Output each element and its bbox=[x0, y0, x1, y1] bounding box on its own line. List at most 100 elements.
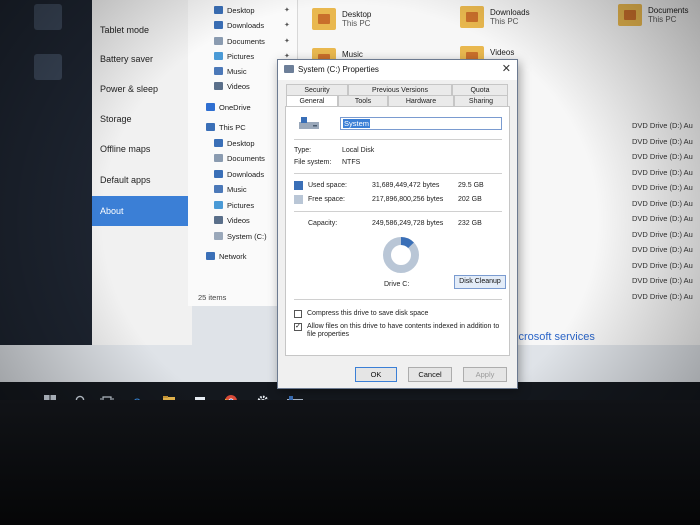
settings-nav-item[interactable]: Offline maps bbox=[92, 135, 192, 163]
apply-button[interactable]: Apply bbox=[463, 367, 507, 382]
explorer-tree-item[interactable]: Documents bbox=[214, 35, 265, 49]
ok-button[interactable]: OK bbox=[355, 367, 397, 382]
folder-title: Music bbox=[342, 50, 363, 59]
free-space-gb: 202 GB bbox=[458, 196, 482, 203]
pin-icon[interactable]: ✦ bbox=[284, 37, 290, 45]
explorer-tree-item[interactable]: Pictures bbox=[214, 50, 254, 64]
explorer-tree-item[interactable]: Desktop bbox=[214, 137, 255, 151]
folder-name: Videos bbox=[490, 48, 514, 57]
explorer-tree-item[interactable]: OneDrive bbox=[206, 101, 251, 115]
dvd-drive-entry[interactable]: DVD Drive (D:) Au bbox=[632, 137, 700, 146]
folder-name: Music bbox=[342, 50, 363, 59]
explorer-tree-item[interactable]: Desktop bbox=[214, 4, 255, 18]
explorer-tree-item[interactable]: Videos bbox=[214, 80, 250, 94]
dialog-title: System (C:) Properties bbox=[298, 65, 379, 74]
settings-nav-item[interactable]: Battery saver bbox=[92, 45, 192, 73]
explorer-tree-item[interactable]: Network bbox=[206, 250, 247, 264]
explorer-tree-item[interactable]: Pictures bbox=[214, 199, 254, 213]
explorer-tree-item-label: Desktop bbox=[227, 6, 255, 15]
explorer-tree-item-label: Videos bbox=[227, 216, 250, 225]
network-icon bbox=[206, 252, 215, 260]
drive-name-input[interactable]: System bbox=[340, 117, 502, 130]
type-value: Local Disk bbox=[342, 147, 375, 154]
separator bbox=[294, 139, 502, 140]
explorer-tree-item-label: Music bbox=[227, 67, 247, 76]
settings-nav-item-label: Storage bbox=[100, 114, 132, 124]
settings-nav-item[interactable]: About bbox=[92, 196, 192, 226]
onedrive-icon bbox=[206, 103, 215, 111]
folder-location: This PC bbox=[342, 19, 371, 28]
explorer-tree-item[interactable]: Music bbox=[214, 183, 247, 197]
folder-icon[interactable] bbox=[460, 6, 484, 28]
explorer-tree-item-label: Downloads bbox=[227, 170, 265, 179]
disk-cleanup-button[interactable]: Disk Cleanup bbox=[454, 275, 506, 289]
index-contents-label: Allow files on this drive to have conten… bbox=[307, 323, 500, 330]
explorer-tree-item[interactable]: Documents bbox=[214, 152, 265, 166]
free-space-bytes: 217,896,800,256 bytes bbox=[372, 196, 444, 203]
explorer-tree-item[interactable]: This PC bbox=[206, 121, 246, 135]
explorer-tree-item-label: Pictures bbox=[227, 201, 255, 210]
settings-nav-item-label: Offline maps bbox=[100, 144, 151, 154]
dvd-drive-entry[interactable]: DVD Drive (D:) Au bbox=[632, 214, 700, 223]
pin-icon[interactable]: ✦ bbox=[284, 21, 290, 29]
settings-nav-item[interactable]: Default apps bbox=[92, 166, 192, 194]
cancel-button[interactable]: Cancel bbox=[408, 367, 452, 382]
desktop-shortcut-icon[interactable] bbox=[34, 54, 62, 80]
explorer-tree-item-label: OneDrive bbox=[219, 103, 251, 112]
videos-icon bbox=[214, 82, 223, 90]
explorer-tree-item[interactable]: System (C:) bbox=[214, 230, 267, 244]
settings-nav-item[interactable]: Tablet mode bbox=[92, 16, 192, 44]
explorer-tree-item-label: Network bbox=[219, 252, 247, 261]
microsoft-services-link[interactable]: icrosoft services bbox=[516, 331, 595, 343]
used-space-swatch bbox=[294, 181, 303, 190]
dvd-drive-entry[interactable]: DVD Drive (D:) Au bbox=[632, 121, 700, 130]
general-tab-panel: System Type: Local Disk File system: NTF… bbox=[285, 106, 510, 356]
dvd-drive-entry[interactable]: DVD Drive (D:) Au bbox=[632, 230, 700, 239]
pictures-icon bbox=[214, 52, 223, 60]
dvd-drive-entry[interactable]: DVD Drive (D:) Au bbox=[632, 183, 700, 192]
folder-title: Desktop bbox=[342, 10, 372, 19]
settings-nav-item-label: Battery saver bbox=[100, 54, 154, 64]
settings-nav-item-label: Tablet mode bbox=[100, 25, 150, 35]
explorer-tree-item-label: Documents bbox=[227, 37, 265, 46]
desktop-icon bbox=[214, 139, 223, 147]
explorer-tree-item[interactable]: Music bbox=[214, 65, 247, 79]
dvd-drive-entry[interactable]: DVD Drive (D:) Au bbox=[632, 245, 700, 254]
explorer-tree-item[interactable]: Downloads bbox=[214, 168, 264, 182]
desktop-background bbox=[0, 0, 92, 345]
dvd-drive-entry[interactable]: DVD Drive (D:) Au bbox=[632, 168, 700, 177]
dvd-drive-entry[interactable]: DVD Drive (D:) Au bbox=[632, 292, 700, 301]
compress-drive-checkbox[interactable] bbox=[294, 310, 302, 318]
explorer-tree-item-label: Downloads bbox=[227, 21, 265, 30]
dvd-drive-entry[interactable]: DVD Drive (D:) Au bbox=[632, 276, 700, 285]
documents-icon bbox=[214, 154, 223, 162]
explorer-tree-item[interactable]: Videos bbox=[214, 214, 250, 228]
desktop-icon bbox=[214, 6, 223, 14]
music-icon bbox=[214, 67, 223, 75]
settings-nav-item[interactable]: Storage bbox=[92, 105, 192, 133]
settings-nav-item[interactable]: Power & sleep bbox=[92, 75, 192, 103]
explorer-tree-item-label: Documents bbox=[227, 154, 265, 163]
close-icon[interactable]: ✕ bbox=[502, 62, 511, 75]
pin-icon[interactable]: ✦ bbox=[284, 6, 290, 14]
drive-icon bbox=[284, 65, 294, 73]
folder-title: Videos bbox=[490, 48, 515, 57]
free-space-swatch bbox=[294, 195, 303, 204]
folder-icon[interactable] bbox=[312, 8, 336, 30]
drive-properties-dialog: System (C:) Properties ✕ Security Previou… bbox=[277, 59, 518, 389]
explorer-tree-item[interactable]: Downloads bbox=[214, 19, 264, 33]
dvd-drive-entry[interactable]: DVD Drive (D:) Au bbox=[632, 199, 700, 208]
dvd-drive-entry[interactable]: DVD Drive (D:) Au bbox=[632, 261, 700, 270]
file-system-label: File system: bbox=[294, 159, 332, 166]
desktop-shortcut-icon[interactable] bbox=[34, 4, 62, 30]
drive-icon bbox=[214, 232, 223, 240]
index-contents-checkbox[interactable]: ✓ bbox=[294, 323, 302, 331]
folder-icon[interactable] bbox=[618, 4, 642, 26]
dialog-titlebar[interactable]: System (C:) Properties ✕ bbox=[278, 60, 517, 80]
dvd-drive-entry[interactable]: DVD Drive (D:) Au bbox=[632, 152, 700, 161]
file-system-value: NTFS bbox=[342, 159, 361, 166]
items-count: 25 items bbox=[198, 293, 227, 302]
documents-icon bbox=[214, 37, 223, 45]
pictures-icon bbox=[214, 201, 223, 209]
explorer-tree-item-label: Videos bbox=[227, 82, 250, 91]
